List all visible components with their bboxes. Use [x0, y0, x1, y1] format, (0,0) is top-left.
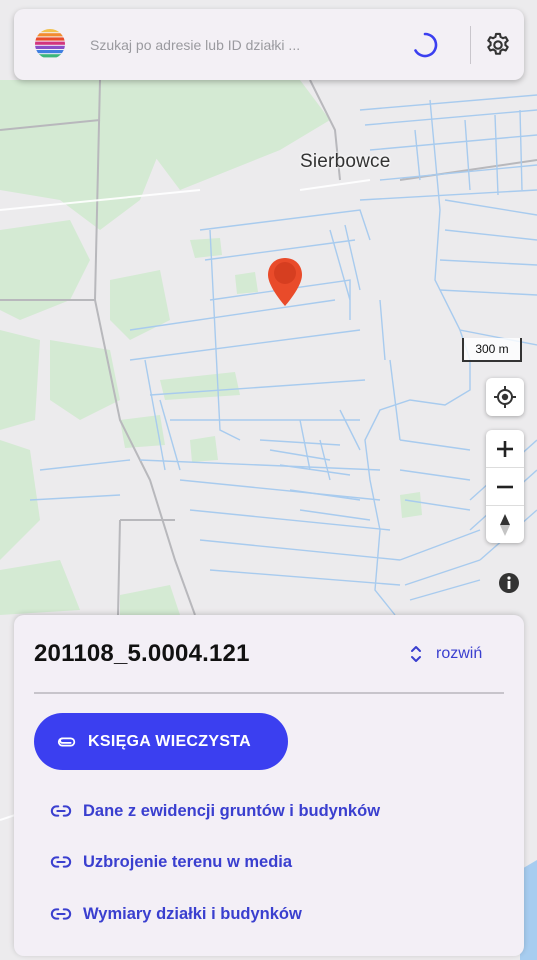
- link-dimensions[interactable]: Wymiary działki i budynków: [50, 901, 302, 927]
- plus-icon: [497, 440, 513, 457]
- info-icon: [499, 573, 519, 593]
- settings-button[interactable]: [472, 27, 524, 63]
- crosshair-icon: [494, 386, 516, 408]
- zoom-controls: [486, 430, 524, 543]
- search-bar: [14, 9, 524, 80]
- scale-bar: 300 m: [462, 338, 522, 362]
- info-button[interactable]: [498, 572, 520, 594]
- zoom-in-button[interactable]: [486, 430, 524, 467]
- map-pin-icon[interactable]: [267, 256, 303, 308]
- gear-icon: [487, 32, 509, 55]
- rainbow-logo-icon[interactable]: [34, 28, 66, 60]
- link-dimensions-label: Wymiary działki i budynków: [83, 904, 302, 923]
- search-input[interactable]: [88, 31, 392, 59]
- land-register-label: KSIĘGA WIECZYSTA: [88, 732, 252, 750]
- chevron-up-down-icon: [411, 646, 421, 662]
- link-icon: [50, 805, 72, 817]
- town-label: Sierbowce: [300, 151, 391, 172]
- minus-icon: [497, 485, 513, 488]
- compass-icon: [500, 513, 510, 536]
- expand-label: rozwiń: [436, 645, 483, 662]
- search-divider: [470, 26, 471, 64]
- parcel-id: 201108_5.0004.121: [34, 640, 250, 667]
- link-icon: [50, 908, 72, 920]
- expand-button[interactable]: rozwiń: [410, 640, 482, 668]
- paperclip-icon: [57, 736, 76, 747]
- locate-button[interactable]: [486, 378, 524, 416]
- loading-spinner-icon: [414, 32, 438, 58]
- link-land-records[interactable]: Dane z ewidencji gruntów i budynków: [50, 798, 380, 824]
- link-icon: [50, 856, 72, 868]
- link-utilities[interactable]: Uzbrojenie terenu w media: [50, 849, 292, 875]
- link-utilities-label: Uzbrojenie terenu w media: [83, 852, 293, 871]
- compass-button[interactable]: [486, 506, 524, 543]
- parcel-panel: 201108_5.0004.121 rozwiń KSIĘGA WIECZYST…: [14, 615, 524, 956]
- land-register-button[interactable]: KSIĘGA WIECZYSTA: [34, 713, 288, 770]
- panel-divider: [34, 692, 504, 694]
- link-land-records-label: Dane z ewidencji gruntów i budynków: [83, 801, 381, 820]
- zoom-out-button[interactable]: [486, 468, 524, 505]
